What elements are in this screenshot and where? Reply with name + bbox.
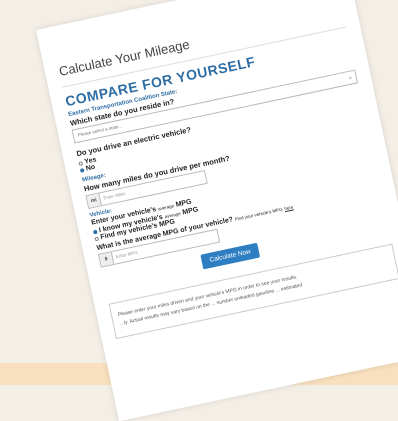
radio-icon bbox=[94, 236, 100, 241]
calculate-button[interactable]: Calculate Now bbox=[200, 242, 261, 270]
mpg-here-link[interactable]: here bbox=[284, 204, 294, 211]
vehicle-question-part: average bbox=[157, 203, 175, 212]
results-message: Please enter your miles driven and your … bbox=[117, 274, 298, 319]
mpg-input[interactable]: Enter MPG bbox=[112, 247, 139, 264]
mileage-calculator-card: Calculate Your Mileage COMPARE FOR YOURS… bbox=[36, 0, 398, 421]
results-disclaimer: ...ly. Actual results may vary based on … bbox=[119, 282, 303, 327]
miles-input[interactable]: Enter Miles bbox=[99, 188, 126, 205]
chevron-down-icon: ⌄ bbox=[347, 74, 354, 82]
state-select-value: Please select a state... bbox=[77, 123, 123, 138]
radio-selected-icon bbox=[92, 229, 98, 234]
radio-icon bbox=[78, 160, 84, 166]
ev-no-label: No bbox=[85, 163, 96, 173]
radio-selected-icon bbox=[79, 167, 85, 173]
